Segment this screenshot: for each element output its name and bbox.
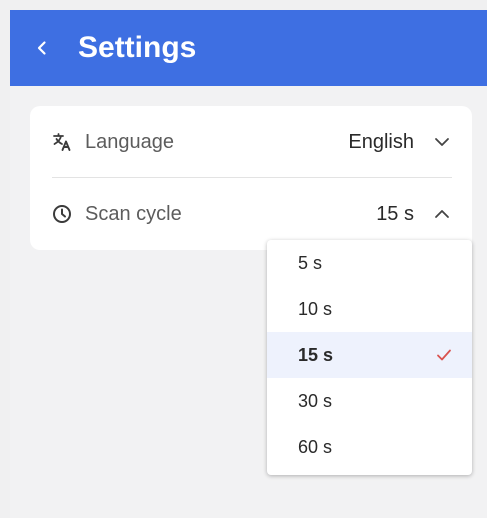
- clock-icon: [53, 205, 71, 223]
- app-header: Settings: [10, 10, 487, 86]
- translate-icon: [53, 133, 71, 151]
- settings-card: Language English Scan cycle 15 s: [30, 106, 472, 250]
- language-label: Language: [85, 131, 174, 153]
- scan-cycle-label: Scan cycle: [85, 203, 182, 225]
- language-value: English: [348, 131, 414, 153]
- page-title: Settings: [78, 31, 197, 64]
- option-label: 30 s: [298, 391, 333, 411]
- dropdown-option-5s[interactable]: 5 s: [267, 240, 472, 286]
- dropdown-option-15s[interactable]: 15 s: [267, 332, 472, 378]
- option-label: 5 s: [298, 253, 323, 273]
- chevron-down-icon: [435, 138, 449, 146]
- chevron-up-icon: [435, 210, 449, 218]
- back-button[interactable]: [24, 30, 60, 66]
- dropdown-option-60s[interactable]: 60 s: [267, 424, 472, 470]
- option-label: 60 s: [298, 437, 333, 457]
- option-label: 15 s: [298, 345, 334, 365]
- dropdown-option-10s[interactable]: 10 s: [267, 286, 472, 332]
- check-icon: [437, 349, 451, 361]
- language-row[interactable]: Language English: [30, 106, 472, 178]
- chevron-left-icon: [37, 41, 46, 55]
- option-label: 10 s: [298, 299, 333, 319]
- scan-cycle-dropdown: 5 s 10 s 15 s 30 s 60 s: [267, 240, 472, 475]
- dropdown-option-30s[interactable]: 30 s: [267, 378, 472, 424]
- settings-screen: Settings Language English Scan cycle 15 …: [10, 10, 487, 518]
